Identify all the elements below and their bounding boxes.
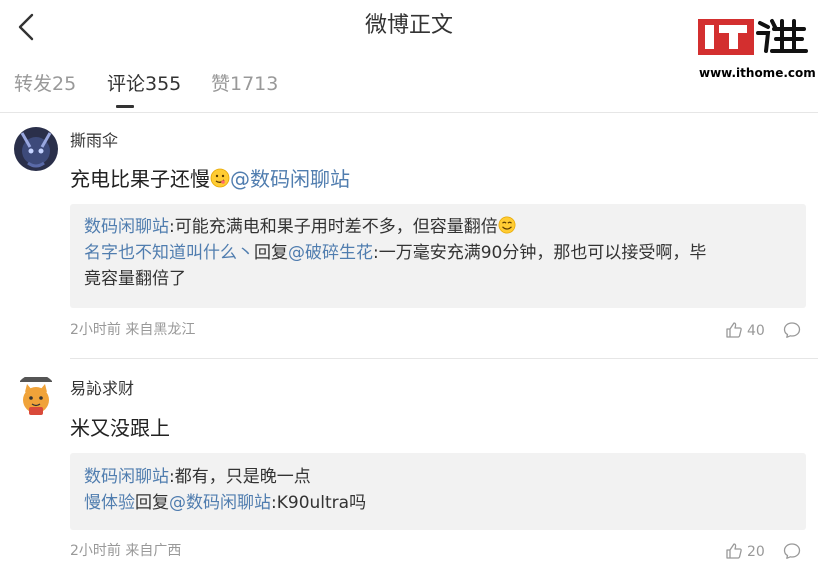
active-tab-indicator [116, 105, 134, 108]
mention-link[interactable]: @破碎生花 [288, 243, 373, 263]
reply-word: 回复 [254, 243, 288, 263]
reply-line: 慢体验回复@数码闲聊站:K90ultra吗 [70, 490, 806, 516]
like-count: 40 [747, 323, 765, 339]
comment-text-body: 充电比果子还慢 [70, 167, 210, 191]
reply-author[interactable]: 数码闲聊站 [84, 467, 169, 487]
comment-text: 米又没跟上 [70, 416, 170, 440]
avatar[interactable] [14, 374, 58, 418]
like-count: 20 [747, 544, 765, 560]
comment-divider [70, 358, 818, 359]
ithome-logo [698, 17, 810, 57]
top-bar: 微博正文 www.ithome.com [0, 0, 818, 80]
reply-preview-box[interactable]: 数码闲聊站:都有，只是晚一点 慢体验回复@数码闲聊站:K90ultra吗 [70, 453, 806, 530]
reply-author[interactable]: 慢体验 [84, 493, 135, 513]
smile-emoji-icon [498, 216, 516, 234]
comment-meta: 2小时前 来自广西 [70, 543, 182, 559]
reply-line: 数码闲聊站:都有，只是晚一点 [70, 464, 806, 490]
reply-line-cont: 竟容量翻倍了 [84, 269, 186, 289]
username[interactable]: 易訫求财 [70, 379, 134, 399]
comment-bubble-icon[interactable] [783, 542, 801, 560]
reply-text: :K90ultra吗 [271, 493, 367, 513]
comment-text: 充电比果子还慢 @数码闲聊站 [70, 166, 350, 192]
mention-link[interactable]: @数码闲聊站 [230, 167, 350, 191]
comment-meta: 2小时前 来自黑龙江 [70, 322, 196, 338]
avatar[interactable] [14, 127, 58, 171]
reply-author[interactable]: 名字也不知道叫什么丶 [84, 243, 254, 263]
page-title: 微博正文 [364, 13, 453, 38]
tab-bar: 转发25 评论355 赞1713 [0, 56, 818, 113]
reply-text: :一万毫安充满90分钟，那也可以接受啊，毕 [373, 243, 707, 263]
mention-link[interactable]: @数码闲聊站 [169, 493, 271, 513]
reply-line: 数码闲聊站:可能充满电和果子用时差不多，但容量翻倍 [70, 214, 806, 240]
reply-author[interactable]: 数码闲聊站 [84, 217, 169, 237]
username[interactable]: 撕雨伞 [70, 131, 118, 151]
smirk-emoji-icon [210, 168, 230, 188]
comment-bubble-icon[interactable] [783, 321, 801, 339]
reply-text: :都有，只是晚一点 [169, 467, 311, 487]
reply-word: 回复 [135, 493, 169, 513]
tab-comments[interactable]: 评论355 [107, 72, 181, 96]
tab-likes[interactable]: 赞1713 [211, 72, 278, 96]
reply-text: :可能充满电和果子用时差不多，但容量翻倍 [169, 217, 498, 237]
tab-reposts[interactable]: 转发25 [14, 72, 76, 96]
thumbs-up-icon[interactable] [725, 542, 743, 560]
thumbs-up-icon[interactable] [725, 321, 743, 339]
reply-preview-box[interactable]: 数码闲聊站:可能充满电和果子用时差不多，但容量翻倍 名字也不知道叫什么丶回复@破… [70, 204, 806, 308]
reply-line: 名字也不知道叫什么丶回复@破碎生花:一万毫安充满90分钟，那也可以接受啊，毕 [70, 240, 806, 266]
